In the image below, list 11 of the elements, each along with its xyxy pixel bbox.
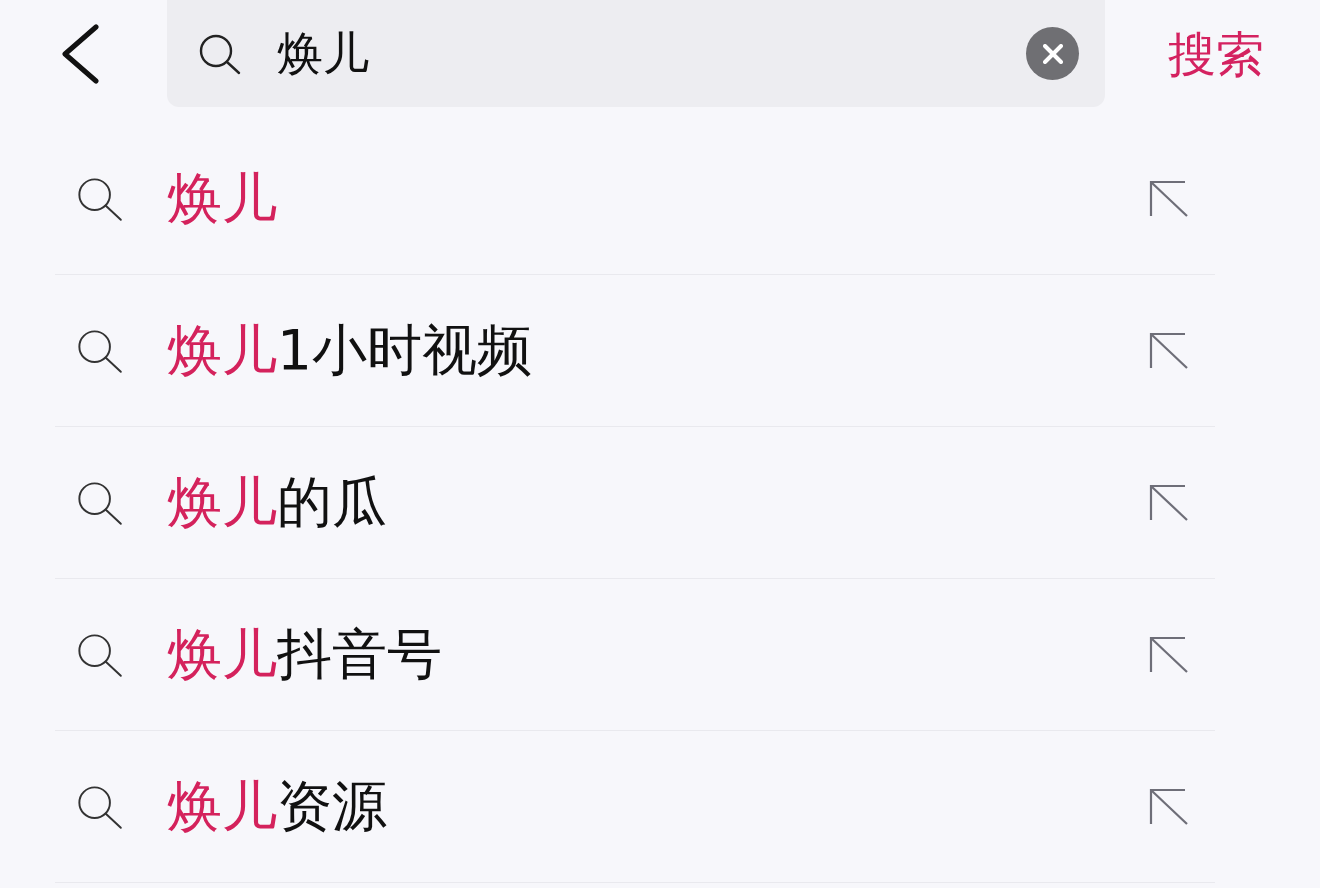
search-field[interactable]: 焕儿 [167, 0, 1105, 107]
clear-button[interactable] [1026, 27, 1079, 80]
suggestion-text[interactable]: 焕儿资源 [167, 779, 387, 834]
chevron-left-icon[interactable] [60, 23, 100, 84]
search-button[interactable]: 搜索 [1168, 29, 1264, 78]
search-input[interactable]: 焕儿 [277, 26, 1006, 81]
suggestion-text[interactable]: 焕儿 [167, 171, 277, 226]
suggestion-text[interactable]: 焕儿1小时视频 [167, 323, 532, 378]
suggestion-text[interactable]: 焕儿抖音号 [167, 627, 442, 682]
suggestion-text[interactable]: 焕儿的瓜 [167, 475, 387, 530]
close-icon [1042, 43, 1063, 64]
